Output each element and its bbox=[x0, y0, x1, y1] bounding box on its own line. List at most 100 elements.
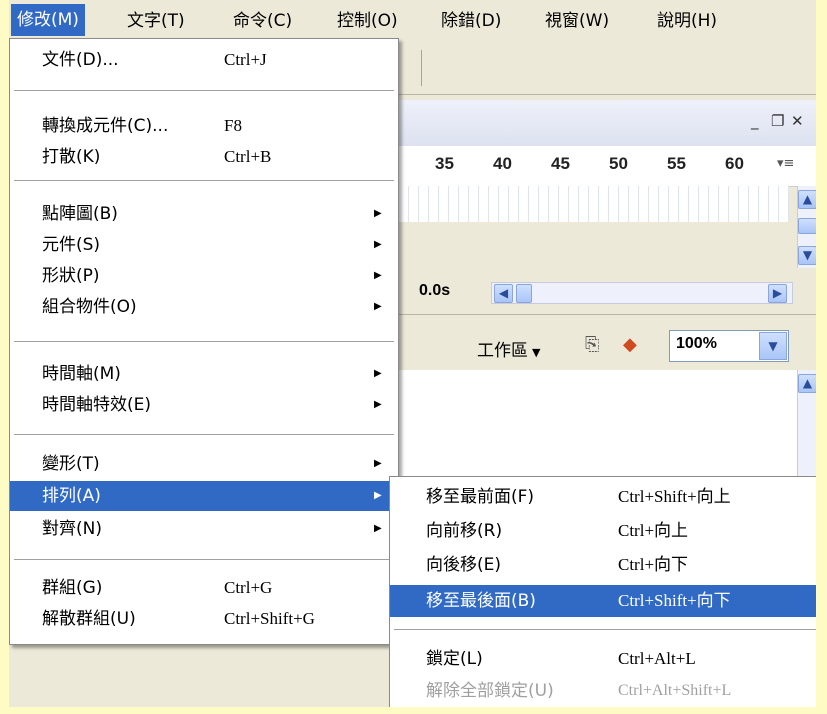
timeline-options-icon[interactable]: ▾≡ bbox=[777, 156, 794, 171]
menu-item-shortcut: Ctrl+J bbox=[224, 50, 267, 69]
modify-menu: 文件(D)... Ctrl+J 轉換成元件(C)... F8 打散(K) Ctrl+B… bbox=[9, 38, 399, 645]
menu-item-label: 形狀(P) bbox=[42, 266, 100, 286]
menu-item-label: 解散群組(U) bbox=[42, 609, 136, 629]
workspace-label: 工作區 bbox=[477, 341, 528, 361]
timeline-ruler: 35 40 45 50 55 60 ▾≡ bbox=[399, 146, 816, 187]
menu-help[interactable]: 說明(H) bbox=[651, 7, 723, 35]
menu-separator bbox=[14, 559, 394, 561]
menu-item-bring-forward[interactable]: 向前移(R) Ctrl+向上 bbox=[390, 515, 816, 547]
menu-window[interactable]: 視窗(W) bbox=[539, 7, 615, 35]
scroll-up-icon[interactable]: ▲ bbox=[798, 190, 816, 209]
menu-item-timeline[interactable]: 時間軸(M) ▶ bbox=[10, 360, 398, 388]
menu-item-align[interactable]: 對齊(N) ▶ bbox=[10, 515, 398, 543]
timeline-vscroll[interactable]: ▲ ▼ bbox=[797, 186, 816, 268]
menu-item-label: 向前移(R) bbox=[426, 521, 503, 541]
menu-commands[interactable]: 命令(C) bbox=[227, 7, 298, 35]
menu-item-shortcut: Ctrl+Shift+向下 bbox=[618, 591, 731, 610]
ruler-number: 40 bbox=[493, 154, 512, 173]
menu-bar: 修改(M) 文字(T) 命令(C) 控制(O) 除錯(D) 視窗(W) 說明(H… bbox=[9, 0, 816, 39]
menu-item-group[interactable]: 群組(G) Ctrl+G bbox=[10, 574, 398, 602]
submenu-arrow-icon: ▶ bbox=[374, 270, 382, 281]
zoom-value: 100% bbox=[676, 335, 717, 352]
menu-item-combine-objects[interactable]: 組合物件(O) ▶ bbox=[10, 293, 398, 321]
menu-item-arrange[interactable]: 排列(A) ▶ bbox=[10, 481, 398, 511]
menu-item-label: 轉換成元件(C)... bbox=[42, 116, 169, 136]
menu-item-shortcut: Ctrl+G bbox=[224, 578, 273, 597]
dropdown-arrow-icon: ▼ bbox=[532, 346, 541, 359]
menu-separator bbox=[14, 90, 394, 92]
edit-symbol-icon[interactable]: ◆ bbox=[623, 334, 637, 355]
menu-item-send-backward[interactable]: 向後移(E) Ctrl+向下 bbox=[390, 549, 816, 581]
arrange-submenu: 移至最前面(F) Ctrl+Shift+向上 向前移(R) Ctrl+向上 向後移(… bbox=[389, 476, 816, 707]
menu-item-label: 元件(S) bbox=[42, 235, 101, 255]
menu-control[interactable]: 控制(O) bbox=[331, 7, 404, 35]
timeline-layer-area bbox=[399, 222, 789, 268]
ruler-number: 50 bbox=[609, 154, 628, 173]
submenu-arrow-icon: ▶ bbox=[374, 490, 382, 501]
menu-item-shortcut: Ctrl+Shift+G bbox=[224, 609, 315, 628]
menu-item-transform[interactable]: 變形(T) ▶ bbox=[10, 450, 398, 478]
main-toolbar bbox=[399, 38, 816, 95]
menu-item-label: 打散(K) bbox=[42, 147, 101, 167]
close-icon[interactable]: ✕ bbox=[791, 112, 804, 130]
menu-item-label: 點陣圖(B) bbox=[42, 204, 118, 224]
menu-item-shortcut: Ctrl+Alt+Shift+L bbox=[618, 682, 732, 699]
restore-icon[interactable]: ❐ bbox=[771, 112, 784, 130]
ruler-number: 55 bbox=[667, 154, 686, 173]
menu-item-shortcut: F8 bbox=[224, 116, 242, 135]
menu-debug[interactable]: 除錯(D) bbox=[435, 7, 507, 35]
menu-item-convert-to-symbol[interactable]: 轉換成元件(C)... F8 bbox=[10, 112, 398, 140]
scroll-up-icon[interactable]: ▲ bbox=[798, 374, 816, 393]
menu-item-label: 文件(D)... bbox=[42, 50, 119, 70]
minimize-icon[interactable]: _ bbox=[751, 112, 759, 130]
toolbar-divider bbox=[421, 50, 422, 86]
menu-item-label: 解除全部鎖定(U) bbox=[426, 681, 554, 701]
menu-item-shortcut: Ctrl+向下 bbox=[618, 555, 689, 574]
submenu-arrow-icon: ▶ bbox=[374, 458, 382, 469]
menu-item-document[interactable]: 文件(D)... Ctrl+J bbox=[10, 46, 398, 74]
scroll-left-icon[interactable]: ◀ bbox=[494, 284, 513, 303]
menu-separator bbox=[394, 629, 816, 631]
menu-item-bitmap[interactable]: 點陣圖(B) ▶ bbox=[10, 200, 398, 228]
ruler-number: 45 bbox=[551, 154, 570, 173]
menu-item-label: 群組(G) bbox=[42, 578, 103, 598]
ruler-number: 35 bbox=[435, 154, 454, 173]
timeline-hscroll[interactable]: ◀ ▶ bbox=[491, 282, 793, 304]
menu-item-label: 排列(A) bbox=[42, 486, 101, 506]
menu-item-label: 時間軸(M) bbox=[42, 364, 121, 384]
zoom-select[interactable]: 100% ▼ bbox=[669, 330, 789, 362]
menu-item-shortcut: Ctrl+Shift+向上 bbox=[618, 487, 731, 506]
submenu-arrow-icon: ▶ bbox=[374, 523, 382, 534]
scroll-thumb[interactable] bbox=[516, 284, 532, 303]
timeline-frames[interactable] bbox=[399, 186, 789, 222]
menu-item-break-apart[interactable]: 打散(K) Ctrl+B bbox=[10, 143, 398, 171]
menu-modify[interactable]: 修改(M) bbox=[11, 4, 85, 36]
scroll-thumb[interactable] bbox=[798, 218, 816, 234]
menu-item-send-to-back[interactable]: 移至最後面(B) Ctrl+Shift+向下 bbox=[390, 585, 816, 617]
menu-item-timeline-effects[interactable]: 時間軸特效(E) ▶ bbox=[10, 391, 398, 419]
workspace-button[interactable]: 工作區 ▼ bbox=[477, 336, 540, 361]
menu-separator bbox=[14, 341, 394, 343]
submenu-arrow-icon: ▶ bbox=[374, 399, 382, 410]
menu-item-symbol[interactable]: 元件(S) ▶ bbox=[10, 231, 398, 259]
menu-item-label: 變形(T) bbox=[42, 454, 100, 474]
scroll-right-icon[interactable]: ▶ bbox=[768, 284, 787, 303]
menu-item-bring-to-front[interactable]: 移至最前面(F) Ctrl+Shift+向上 bbox=[390, 481, 816, 513]
submenu-arrow-icon: ▶ bbox=[374, 239, 382, 250]
menu-item-label: 鎖定(L) bbox=[426, 649, 483, 669]
submenu-arrow-icon: ▶ bbox=[374, 208, 382, 219]
menu-item-label: 移至最前面(F) bbox=[426, 487, 535, 507]
timeline-status: 0.0s ◀ ▶ bbox=[399, 268, 816, 315]
menu-item-lock[interactable]: 鎖定(L) Ctrl+Alt+L bbox=[390, 643, 816, 675]
ruler-number: 60 bbox=[725, 154, 744, 173]
menu-item-shortcut: Ctrl+向上 bbox=[618, 521, 689, 540]
dropdown-arrow-icon[interactable]: ▼ bbox=[759, 332, 787, 360]
menu-text[interactable]: 文字(T) bbox=[121, 7, 191, 35]
menu-item-ungroup[interactable]: 解散群組(U) Ctrl+Shift+G bbox=[10, 605, 398, 633]
menu-item-shape[interactable]: 形狀(P) ▶ bbox=[10, 262, 398, 290]
menu-item-shortcut: Ctrl+B bbox=[224, 147, 272, 166]
menu-item-label: 組合物件(O) bbox=[42, 297, 137, 317]
edit-scene-icon[interactable]: ⎘ bbox=[585, 334, 599, 355]
scroll-down-icon[interactable]: ▼ bbox=[798, 246, 816, 265]
submenu-arrow-icon: ▶ bbox=[374, 301, 382, 312]
